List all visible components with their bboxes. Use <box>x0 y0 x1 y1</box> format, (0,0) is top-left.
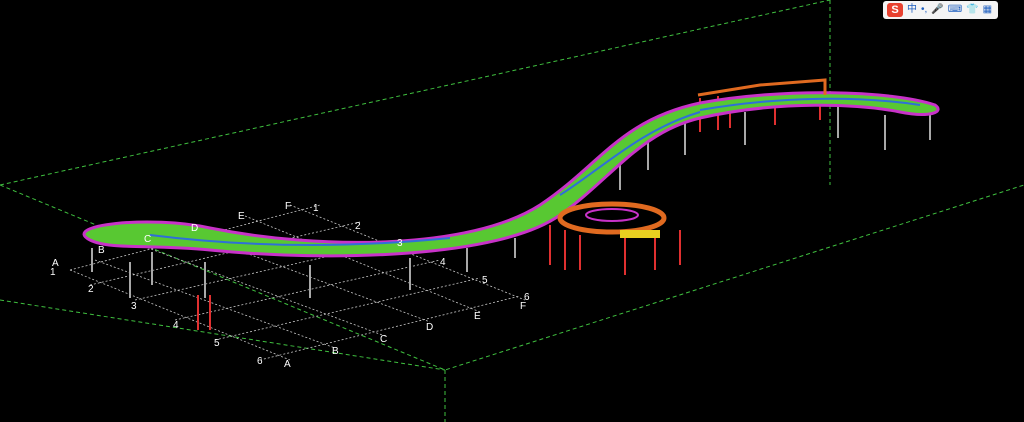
grid-label-number: 6 <box>524 292 530 303</box>
grid-label-number: 2 <box>88 284 94 295</box>
grid-label-letter: B <box>98 245 105 256</box>
bridge-deck <box>82 91 940 258</box>
circular-platform <box>557 201 667 238</box>
grid-label-number: 4 <box>173 320 179 331</box>
columns <box>91 105 931 298</box>
grid-label-letter: D <box>191 223 198 234</box>
grid-label-letter: C <box>144 234 151 245</box>
grid-label-number: 5 <box>482 275 488 286</box>
grid-label-letter: F <box>285 201 291 212</box>
grid-label-number: 3 <box>397 238 403 249</box>
grid-label-letter: A <box>52 258 59 269</box>
grid-label-number: 3 <box>131 301 137 312</box>
grid-label-number: 5 <box>214 338 220 349</box>
grid-label-letter: B <box>332 346 339 357</box>
support-posts <box>197 92 821 330</box>
grid-label-number: 2 <box>355 221 361 232</box>
grid-label-letter: E <box>238 211 245 222</box>
grid-label-letter: A <box>284 359 291 370</box>
grid-label-letter: C <box>380 334 387 345</box>
grid-label-number: 6 <box>257 356 263 367</box>
bounding-box <box>0 0 1024 422</box>
grid-label-letter: D <box>426 322 433 333</box>
grid-label-number: 4 <box>440 257 446 268</box>
grid-label-number: 1 <box>313 203 319 214</box>
3d-model-viewport[interactable]: 1 2 3 4 5 6 A A B C D E F B C D E F 1 2 … <box>0 0 1024 422</box>
grid-label-letter: E <box>474 311 481 322</box>
